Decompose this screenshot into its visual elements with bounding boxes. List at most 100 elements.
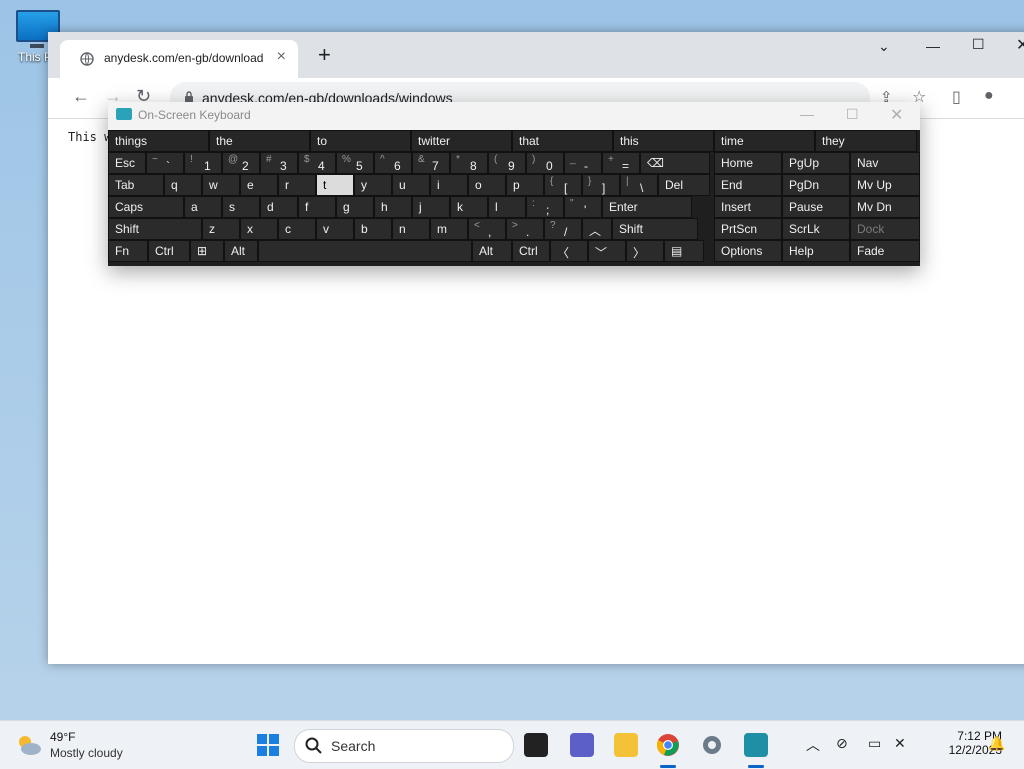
windows-key[interactable]: ⊞: [190, 240, 224, 262]
key-0[interactable]: ) 0: [526, 152, 564, 174]
left-arrow-key[interactable]: 〈: [550, 240, 588, 262]
key-a[interactable]: a: [184, 196, 222, 218]
key-2[interactable]: @2: [222, 152, 260, 174]
key-j[interactable]: j: [412, 196, 450, 218]
nav-key-home[interactable]: Home: [714, 152, 782, 174]
prediction-things[interactable]: things: [108, 130, 209, 152]
key-w[interactable]: w: [202, 174, 240, 196]
key-Shift[interactable]: Shift: [108, 218, 202, 240]
nav-key-mvdn[interactable]: Mv Dn: [850, 196, 920, 218]
nav-key-navbtn[interactable]: Nav: [850, 152, 920, 174]
nav-key-fade[interactable]: Fade: [850, 240, 920, 262]
nav-key-end[interactable]: End: [714, 174, 782, 196]
key-r[interactable]: r: [278, 174, 316, 196]
prediction-this[interactable]: this: [613, 130, 714, 152]
key-=[interactable]: + =: [602, 152, 640, 174]
key-`[interactable]: ~ `: [146, 152, 184, 174]
nav-key-prtscn[interactable]: PrtScn: [714, 218, 782, 240]
key-n[interactable]: n: [392, 218, 430, 240]
start-windows-icon[interactable]: [256, 733, 280, 757]
key-Enter[interactable]: Enter: [602, 196, 692, 218]
key-h[interactable]: h: [374, 196, 412, 218]
key-7[interactable]: & 7: [412, 152, 450, 174]
key-y[interactable]: y: [354, 174, 392, 196]
spacebar[interactable]: [258, 240, 472, 262]
key-k[interactable]: k: [450, 196, 488, 218]
key-l[interactable]: l: [488, 196, 526, 218]
key-d[interactable]: d: [260, 196, 298, 218]
network-offline-icon[interactable]: ⊘: [836, 735, 848, 752]
key-f[interactable]: f: [298, 196, 336, 218]
nav-key-dock[interactable]: Dock: [850, 218, 920, 240]
key-;[interactable]: :;: [526, 196, 564, 218]
key-3[interactable]: #3: [260, 152, 298, 174]
nav-key-pgup[interactable]: PgUp: [782, 152, 850, 174]
key-p[interactable]: p: [506, 174, 544, 196]
prediction-twitter[interactable]: twitter: [411, 130, 512, 152]
osk-maximize-button[interactable]: ☐: [846, 106, 859, 123]
ctrl-key-right[interactable]: Ctrl: [512, 240, 550, 262]
key-c[interactable]: c: [278, 218, 316, 240]
profile-icon[interactable]: ●: [984, 87, 994, 105]
nav-key-pause[interactable]: Pause: [782, 196, 850, 218]
nav-key-scrlk[interactable]: ScrLk: [782, 218, 850, 240]
ctrl-key-left[interactable]: Ctrl: [148, 240, 190, 262]
key-[[interactable]: {[: [544, 174, 582, 196]
settings-gear-icon[interactable]: [700, 733, 724, 757]
teams-chat-icon[interactable]: [570, 733, 594, 757]
chevron-up-icon[interactable]: ︿: [806, 735, 820, 755]
tab-close-icon[interactable]: ×: [277, 48, 286, 66]
new-tab-button[interactable]: +: [318, 42, 331, 68]
maximize-button[interactable]: ☐: [972, 36, 985, 53]
key-v[interactable]: v: [316, 218, 354, 240]
key-Shift-right[interactable]: Shift: [612, 218, 698, 240]
nav-key-help[interactable]: Help: [782, 240, 850, 262]
key-8[interactable]: * 8: [450, 152, 488, 174]
task-view-icon[interactable]: [524, 733, 548, 757]
browser-tab[interactable]: anydesk.com/en-gb/downloads/windows ×: [60, 40, 298, 78]
side-panel-icon[interactable]: ▯: [952, 87, 961, 107]
key-Del[interactable]: Del: [658, 174, 710, 196]
alt-key-left[interactable]: Alt: [224, 240, 258, 262]
key-b[interactable]: b: [354, 218, 392, 240]
key-,[interactable]: <,: [468, 218, 506, 240]
key-.[interactable]: >.: [506, 218, 544, 240]
key-][interactable]: }]: [582, 174, 620, 196]
key-6[interactable]: ^ 6: [374, 152, 412, 174]
key-Tab[interactable]: Tab: [108, 174, 164, 196]
key-Caps[interactable]: Caps: [108, 196, 184, 218]
nav-key-options[interactable]: Options: [714, 240, 782, 262]
key-t[interactable]: t: [316, 174, 354, 196]
osk-minimize-button[interactable]: —: [800, 106, 814, 122]
file-explorer-icon[interactable]: [614, 733, 638, 757]
minimize-button[interactable]: —: [926, 38, 940, 54]
back-arrow-icon[interactable]: ←: [72, 86, 90, 107]
key-\[interactable]: | \: [620, 174, 658, 196]
taskbar-search[interactable]: Search: [294, 729, 514, 763]
key-x[interactable]: x: [240, 218, 278, 240]
notification-bell-icon[interactable]: 🔔: [988, 735, 1005, 752]
down-arrow-key[interactable]: ﹀: [588, 240, 626, 262]
key-4[interactable]: $4: [298, 152, 336, 174]
prediction-the[interactable]: the: [209, 130, 310, 152]
chrome-icon[interactable]: [656, 733, 680, 757]
key-s[interactable]: s: [222, 196, 260, 218]
key-1[interactable]: ! 1: [184, 152, 222, 174]
osk-close-button[interactable]: ✕: [890, 105, 903, 125]
up-arrow-key[interactable]: ︿: [582, 218, 612, 240]
nav-key-pgdn[interactable]: PgDn: [782, 174, 850, 196]
key-9[interactable]: (9: [488, 152, 526, 174]
prediction-that[interactable]: that: [512, 130, 613, 152]
on-screen-keyboard-taskbar-icon[interactable]: [744, 733, 768, 757]
prediction-they[interactable]: they: [815, 130, 917, 152]
prediction-to[interactable]: to: [310, 130, 411, 152]
nav-key-mvup[interactable]: Mv Up: [850, 174, 920, 196]
key--[interactable]: _ -: [564, 152, 602, 174]
key-5[interactable]: % 5: [336, 152, 374, 174]
alt-key-right[interactable]: Alt: [472, 240, 512, 262]
fn-key[interactable]: Fn: [108, 240, 148, 262]
volume-muted-icon[interactable]: ✕: [894, 735, 906, 752]
key-e[interactable]: e: [240, 174, 278, 196]
close-window-button[interactable]: ✕: [1016, 35, 1024, 55]
display-icon[interactable]: ▭: [868, 735, 881, 752]
